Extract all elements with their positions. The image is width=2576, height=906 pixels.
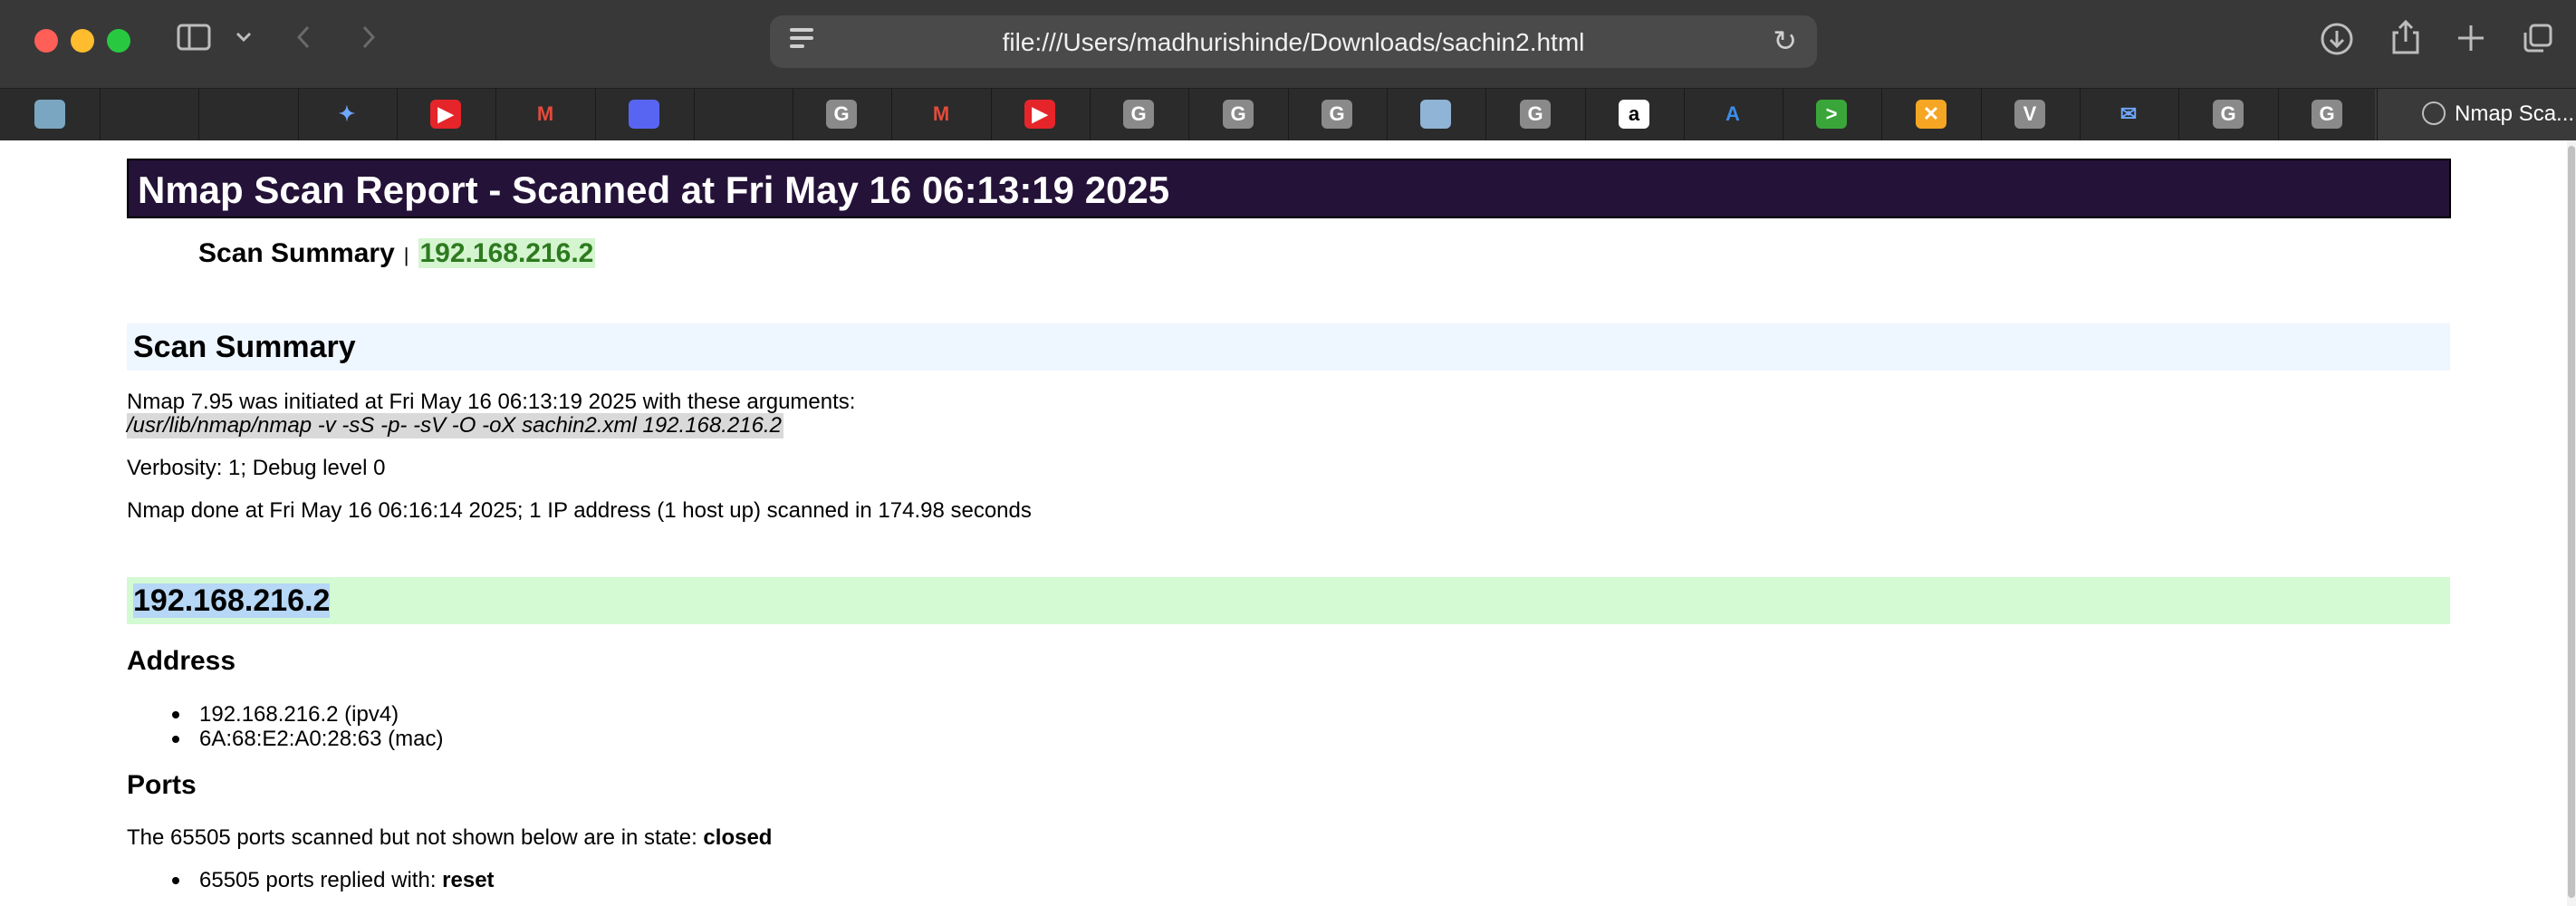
list-item: 6A:68:E2:A0:28:63 (mac)	[172, 727, 443, 751]
host-heading: 192.168.216.2	[127, 577, 2450, 624]
arguments-text: /usr/lib/nmap/nmap -v -sS -p- -sV -O -oX…	[127, 413, 783, 439]
verbosity-text: Verbosity: 1; Debug level 0	[127, 456, 386, 480]
ports-reply-list: 65505 ports replied with: reset	[172, 868, 495, 892]
arrow-icon: >	[1816, 100, 1847, 129]
gemini-icon: ✦	[332, 100, 362, 129]
azure-icon: A	[1717, 100, 1748, 129]
favorite-github-button[interactable]	[693, 89, 793, 140]
favorite-cloud-button[interactable]	[99, 89, 199, 140]
tab-title: Nmap Sca...	[2455, 101, 2575, 126]
mail-icon: ✉	[2113, 100, 2144, 129]
favorite-g-letter-button[interactable]: G	[1089, 89, 1189, 140]
done-text: Nmap done at Fri May 16 06:16:14 2025; 1…	[127, 498, 1032, 523]
new-tab-icon[interactable]	[2451, 22, 2491, 63]
gmail-icon: M	[530, 100, 561, 129]
openai-icon	[233, 100, 264, 129]
list-item: 65505 ports replied with: reset	[172, 868, 495, 892]
favorite-v-letter-button[interactable]: V	[1980, 89, 2081, 140]
g-letter-icon: G	[1322, 100, 1352, 129]
chevron-down-icon[interactable]	[230, 23, 257, 59]
ports-reply-value: reset	[442, 868, 495, 892]
tab-overview-icon[interactable]	[2518, 22, 2558, 63]
youtube-icon: ▶	[1024, 100, 1055, 129]
scan-summary-heading: Scan Summary	[127, 323, 2450, 371]
favorite-openai-button[interactable]	[198, 89, 299, 140]
favorite-discord-button[interactable]	[594, 89, 695, 140]
vertical-scrollbar[interactable]	[2567, 140, 2576, 906]
favorite-amazon-button[interactable]: a	[1584, 89, 1685, 140]
g-letter-icon: G	[1123, 100, 1154, 129]
favorite-gmail-button[interactable]: M	[495, 89, 596, 140]
favorite-g-letter-button[interactable]: G	[2178, 89, 2279, 140]
address-heading: Address	[127, 646, 236, 676]
favorite-g-letter-button[interactable]: G	[2277, 89, 2378, 140]
close-window-button[interactable]	[34, 29, 58, 53]
forward-arrow-icon[interactable]	[355, 23, 382, 59]
compass-icon	[2422, 101, 2446, 125]
browser-toolbar: file:///Users/madhurishinde/Downloads/sa…	[0, 0, 2576, 88]
host-heading-ip: 192.168.216.2	[133, 583, 331, 618]
page-title: Nmap Scan Report - Scanned at Fri May 16…	[127, 159, 2451, 218]
summary-nav-label[interactable]: Scan Summary	[198, 238, 395, 268]
g-letter-icon: G	[1520, 100, 1551, 129]
ports-state-label: The 65505 ports scanned but not shown be…	[127, 825, 697, 850]
favorite-arrow-button[interactable]: >	[1782, 89, 1882, 140]
v-letter-icon: V	[2014, 100, 2045, 129]
favorite-x-circle-button[interactable]: ✕	[1881, 89, 1982, 140]
nocodb-icon	[34, 100, 65, 129]
minimize-window-button[interactable]	[71, 29, 94, 53]
youtube-icon: ▶	[430, 100, 461, 129]
favorite-g-letter-button[interactable]: G	[1485, 89, 1586, 140]
discord-icon	[629, 100, 659, 129]
ports-heading: Ports	[127, 770, 197, 800]
summary-ip-link[interactable]: 192.168.216.2	[418, 238, 596, 268]
zoom-window-button[interactable]	[107, 29, 130, 53]
sidebar-toggle-icon[interactable]	[176, 23, 212, 59]
github-icon	[727, 100, 758, 129]
favorite-azure-button[interactable]: A	[1683, 89, 1783, 140]
page-content: Nmap Scan Report - Scanned at Fri May 16…	[0, 140, 2576, 906]
favorite-nocodb-button[interactable]	[0, 89, 101, 140]
back-arrow-icon[interactable]	[290, 23, 317, 59]
amazon-icon: a	[1619, 100, 1649, 129]
url-text[interactable]: file:///Users/madhurishinde/Downloads/sa…	[770, 28, 1817, 57]
g-letter-icon: G	[2312, 100, 2342, 129]
initiated-text: Nmap 7.95 was initiated at Fri May 16 06…	[127, 390, 856, 414]
favorite-mail-button[interactable]: ✉	[2079, 89, 2179, 140]
ports-state-value: closed	[703, 825, 773, 850]
cloud-icon	[133, 100, 164, 129]
ports-reply-label: 65505 ports replied with:	[199, 868, 437, 892]
tab-nmap-scan-report[interactable]: Nmap Sca...	[2375, 89, 2576, 140]
gmail-icon: M	[926, 100, 956, 129]
summary-nav: Scan Summary | 192.168.216.2	[198, 238, 596, 269]
favorite-gemini-button[interactable]: ✦	[297, 89, 398, 140]
app-icon	[1420, 100, 1451, 129]
favorites-bar: Nmap Sca... ✦ ▶ M G M ▶ G G G Ga A > ✕ V ✉ G G	[0, 88, 2576, 141]
x-circle-icon: ✕	[1916, 100, 1946, 129]
g-letter-icon: G	[1223, 100, 1254, 129]
favorite-app-button[interactable]	[1386, 89, 1486, 140]
favorite-g-letter-button[interactable]: G	[1188, 89, 1289, 140]
favorite-gmail-button[interactable]: M	[891, 89, 992, 140]
g-letter-icon: G	[2213, 100, 2244, 129]
address-bar[interactable]: file:///Users/madhurishinde/Downloads/sa…	[770, 15, 1817, 68]
summary-nav-separator: |	[403, 244, 409, 266]
download-icon[interactable]	[2317, 22, 2357, 64]
favorite-youtube-button[interactable]: ▶	[990, 89, 1091, 140]
address-list: 192.168.216.2 (ipv4) 6A:68:E2:A0:28:63 (…	[172, 702, 443, 751]
ports-state-text: The 65505 ports scanned but not shown be…	[127, 825, 772, 851]
list-item: 192.168.216.2 (ipv4)	[172, 702, 443, 727]
g-letter-icon: G	[826, 100, 857, 129]
favorite-youtube-button[interactable]: ▶	[396, 89, 496, 140]
share-icon[interactable]	[2386, 18, 2426, 64]
favorite-g-letter-button[interactable]: G	[1287, 89, 1388, 140]
favorite-g-letter-button[interactable]: G	[792, 89, 892, 140]
scrollbar-thumb[interactable]	[2568, 146, 2575, 898]
reload-icon[interactable]: ↻	[1773, 24, 1797, 58]
